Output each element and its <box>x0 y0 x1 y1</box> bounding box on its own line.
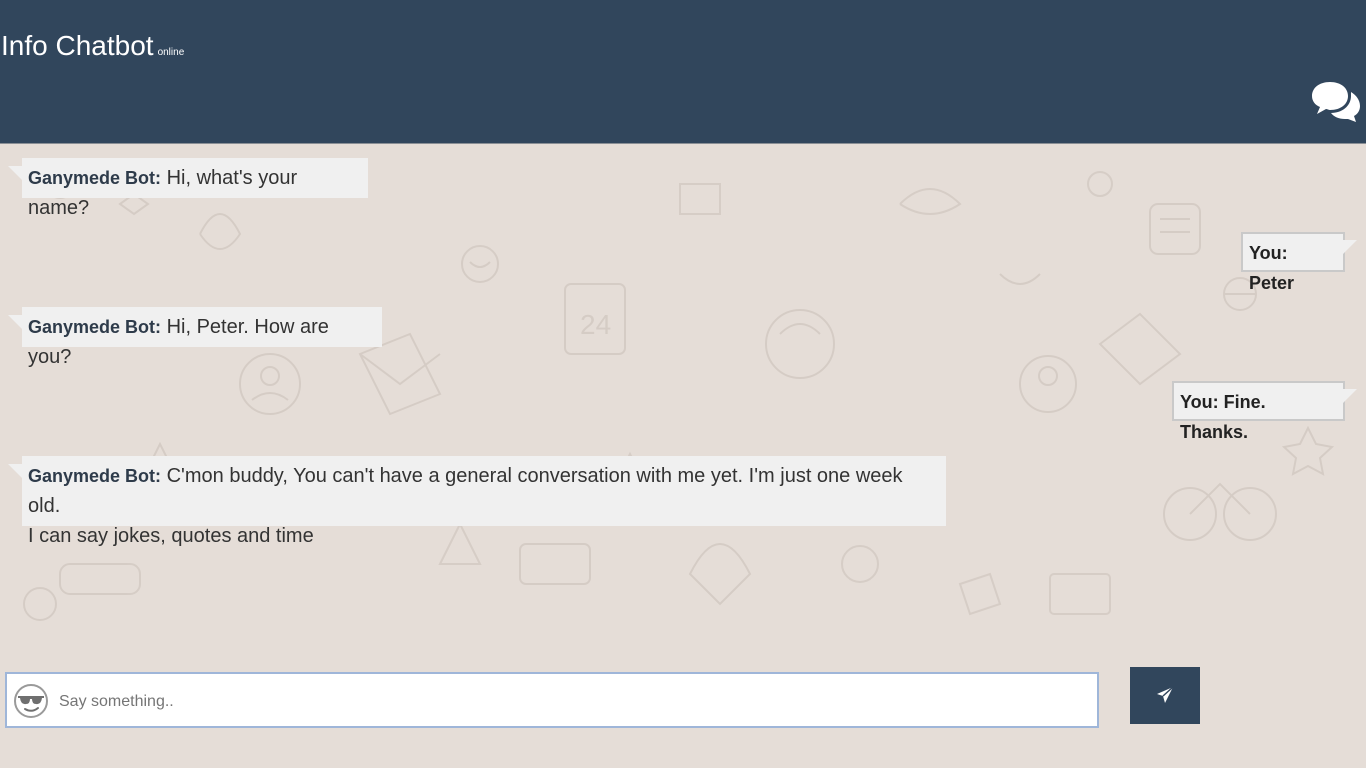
message-input-container <box>5 672 1099 728</box>
bot-sender-label: Ganymede Bot: <box>28 317 162 337</box>
chat-app: Info Chatbot online 24 Ganymede Bot: Hi,… <box>0 0 1366 768</box>
header-title-group: Info Chatbot online <box>1 30 184 62</box>
send-button[interactable] <box>1130 667 1200 724</box>
message-input[interactable] <box>57 684 1091 720</box>
bot-sender-label: Ganymede Bot: <box>28 168 162 188</box>
bot-message: Ganymede Bot: Hi, Peter. How are you? <box>8 307 382 368</box>
user-message: You: Fine. Thanks. <box>1172 381 1357 442</box>
svg-text:24: 24 <box>580 309 611 340</box>
online-status: online <box>157 47 185 58</box>
sunglasses-emoji-icon[interactable] <box>13 683 49 719</box>
chat-messages-area[interactable]: 24 Ganymede Bot: Hi, what's your name? Y… <box>0 144 1366 668</box>
bot-message: Ganymede Bot: Hi, what's your name? <box>8 158 368 219</box>
message-text: You: Peter <box>1249 243 1295 293</box>
bot-message: Ganymede Bot: C'mon buddy, You can't hav… <box>8 456 946 547</box>
chat-bubbles-icon[interactable] <box>1310 80 1362 122</box>
message-text-line2: I can say jokes, quotes and time <box>28 525 314 547</box>
chat-wallpaper: 24 <box>23 169 1335 621</box>
bot-sender-label: Ganymede Bot: <box>28 466 162 486</box>
chat-header: Info Chatbot online <box>0 0 1366 144</box>
paper-plane-icon <box>1157 686 1174 703</box>
app-title: Info Chatbot <box>1 30 154 61</box>
user-message: You: Peter <box>1241 232 1357 293</box>
composer-bar <box>0 667 1366 768</box>
